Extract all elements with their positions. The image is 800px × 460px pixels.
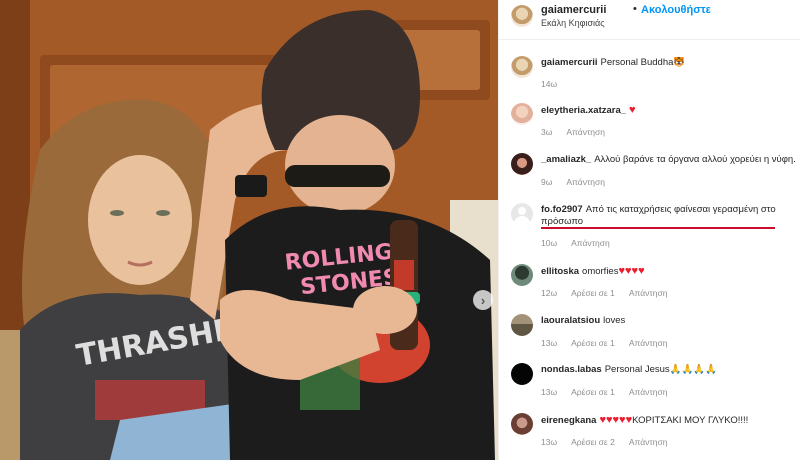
chevron-right-icon[interactable]: ›: [473, 290, 493, 310]
avatar[interactable]: [511, 56, 533, 78]
comment-meta: 13ω Αρέσει σε 1 Απάντηση: [541, 338, 681, 348]
comment-item: fo.fo2907 Από τις καταχρήσεις φαίνεσαι γε…: [541, 204, 781, 228]
comment-text: omorfies: [582, 266, 619, 277]
comment-time: 13ω: [541, 338, 558, 348]
comment-time: 13ω: [541, 437, 558, 447]
avatar[interactable]: [511, 264, 533, 286]
caption: gaiamercurii Personal Buddha🐯: [541, 57, 796, 69]
heart-icon: ♥♥♥♥♥: [599, 414, 633, 426]
separator-dot: •: [633, 3, 637, 15]
comment-item: _amaliazk_ Αλλού βαράνε τα όργανα αλλού χ…: [541, 154, 796, 166]
like-count[interactable]: Αρέσει σε 1: [571, 288, 615, 298]
comment-time: 13ω: [541, 387, 558, 397]
comment-time: 3ω: [541, 127, 553, 137]
comment-username[interactable]: fo.fo2907: [541, 204, 583, 215]
heart-icon: ♥♥♥♥: [618, 265, 645, 277]
comment-text: Αλλού βαράνε τα όργανα αλλού χορεύει η ν…: [594, 154, 796, 165]
comment-item: eirenegkana ♥♥♥♥♥ΚΟΡΙΤΣΑΚΙ ΜΟΥ ΓΛΥΚΟ!!!!: [541, 414, 796, 427]
avatar[interactable]: [511, 103, 533, 125]
comment-meta: 13ω Αρέσει σε 2 Απάντηση: [541, 437, 681, 447]
avatar[interactable]: [511, 413, 533, 435]
caption-meta: 14ω: [541, 79, 571, 89]
default-avatar-icon[interactable]: [511, 203, 533, 225]
avatar[interactable]: [511, 363, 533, 385]
like-count[interactable]: Αρέσει σε 2: [571, 437, 615, 447]
heart-icon: ♥: [629, 104, 636, 116]
comments-panel: gaiamercurii • Ακολουθήστε Εκάλη Κηφισιά…: [498, 0, 800, 460]
comment-time: 12ω: [541, 288, 558, 298]
comment-meta: 13ω Αρέσει σε 1 Απάντηση: [541, 387, 681, 397]
like-count[interactable]: Αρέσει σε 1: [571, 387, 615, 397]
comment-username[interactable]: ellitoska: [541, 266, 579, 277]
follow-button[interactable]: Ακολουθήστε: [641, 4, 711, 16]
comment-username[interactable]: eleytheria.xatzara_: [541, 105, 626, 116]
tiger-emoji: 🐯: [673, 57, 686, 68]
comment-time: 10ω: [541, 238, 558, 248]
post-header: gaiamercurii • Ακολουθήστε Εκάλη Κηφισιά…: [499, 0, 800, 40]
comment-meta: 3ω Απάντηση: [541, 127, 619, 137]
reply-button[interactable]: Απάντηση: [629, 387, 668, 397]
reply-button[interactable]: Απάντηση: [566, 127, 605, 137]
comment-username[interactable]: eirenegkana: [541, 415, 596, 426]
reply-button[interactable]: Απάντηση: [629, 288, 668, 298]
post-username[interactable]: gaiamercurii: [541, 4, 606, 16]
comment-text: loves: [603, 315, 626, 326]
comment-username[interactable]: nondas.labas: [541, 364, 602, 375]
comment-username[interactable]: _amaliazk_: [541, 154, 591, 165]
comment-item: laouralatsiou loves: [541, 315, 796, 327]
comment-meta: 9ω Απάντηση: [541, 177, 619, 187]
like-count[interactable]: Αρέσει σε 1: [571, 338, 615, 348]
comment-item: eleytheria.xatzara_ ♥: [541, 104, 796, 117]
watch: [235, 175, 267, 197]
reply-button[interactable]: Απάντηση: [629, 437, 668, 447]
comment-username[interactable]: laouralatsiou: [541, 315, 600, 326]
caption-username[interactable]: gaiamercurii: [541, 57, 598, 68]
highlight-underline: [541, 227, 775, 229]
reply-button[interactable]: Απάντηση: [629, 338, 668, 348]
reply-button[interactable]: Απάντηση: [566, 177, 605, 187]
post-photo: THRASHER ROLLING STONES ›: [0, 0, 498, 460]
location-link[interactable]: Εκάλη Κηφισιάς: [541, 18, 605, 28]
avatar[interactable]: [511, 153, 533, 175]
comment-meta: 10ω Απάντηση: [541, 238, 624, 248]
caption-text: Personal Buddha: [600, 57, 674, 68]
reply-button[interactable]: Απάντηση: [571, 238, 610, 248]
photo-illustration: THRASHER ROLLING STONES: [0, 0, 498, 460]
comment-item: ellitoska omorfies♥♥♥♥: [541, 265, 796, 278]
comment-meta: 12ω Αρέσει σε 1 Απάντηση: [541, 288, 681, 298]
comment-text: Personal Jesus🙏🙏🙏🙏: [604, 364, 717, 375]
avatar[interactable]: [511, 314, 533, 336]
comment-time: 9ω: [541, 177, 553, 187]
sunglasses: [285, 165, 390, 187]
boy-hand: [353, 286, 417, 334]
avatar[interactable]: [511, 5, 533, 27]
caption-time: 14ω: [541, 79, 558, 89]
comment-text: ΚΟΡΙΤΣΑΚΙ ΜΟΥ ΓΛΥΚΟ!!!!: [632, 415, 749, 426]
comment-item: nondas.labas Personal Jesus🙏🙏🙏🙏: [541, 364, 796, 376]
